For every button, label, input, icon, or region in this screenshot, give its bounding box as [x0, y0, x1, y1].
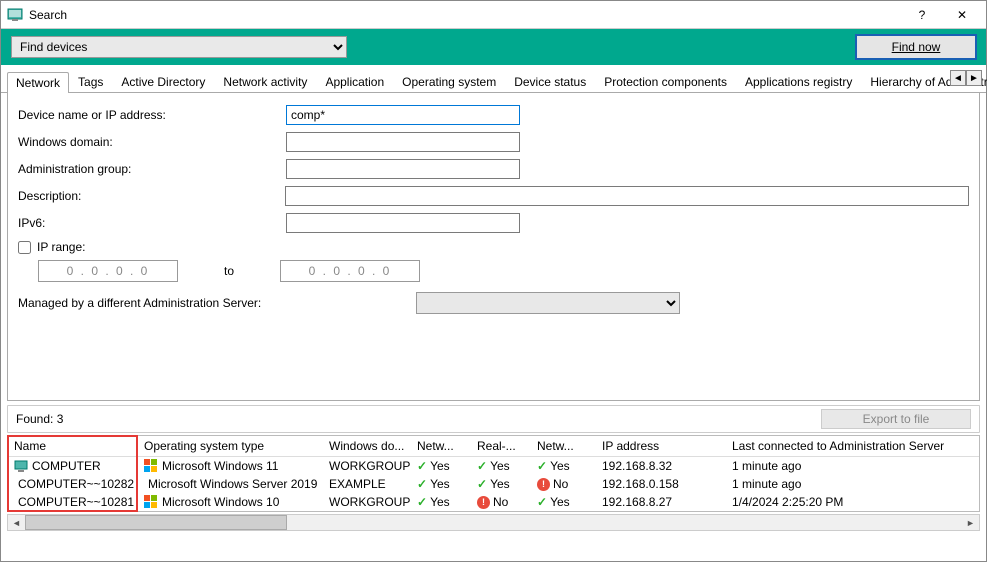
window-title: Search: [29, 8, 67, 22]
table-row[interactable]: COMPUTER~~10282: [8, 475, 138, 493]
cell-netw2: ✓Yes: [531, 457, 596, 475]
col-name[interactable]: Name: [8, 436, 138, 457]
tab-active-directory[interactable]: Active Directory: [112, 71, 214, 92]
found-count: Found: 3: [16, 412, 821, 426]
cell-net: ✓Yes: [411, 457, 471, 475]
check-icon: ✓: [477, 477, 487, 491]
tab-tags[interactable]: Tags: [69, 71, 112, 92]
check-icon: ✓: [477, 459, 487, 473]
toolbar: Find devices Find now: [1, 29, 986, 65]
alert-icon: !: [537, 478, 550, 491]
col-os[interactable]: Operating system type: [138, 436, 323, 457]
horizontal-scrollbar[interactable]: ◄ ►: [7, 514, 980, 531]
tab-device-status[interactable]: Device status: [505, 71, 595, 92]
device-icon: [14, 459, 28, 473]
check-icon: ✓: [537, 495, 547, 509]
windows-domain-input[interactable]: [286, 132, 520, 152]
cell-ip: 192.168.8.27: [596, 493, 726, 511]
cell-domain: WORKGROUP: [323, 493, 411, 511]
managed-by-label: Managed by a different Administration Se…: [18, 296, 416, 310]
tab-application[interactable]: Application: [316, 71, 393, 92]
admin-group-input[interactable]: [286, 159, 520, 179]
ip-to-label: to: [224, 264, 234, 278]
alert-icon: !: [477, 496, 490, 509]
app-icon: [7, 7, 23, 23]
export-to-file-button[interactable]: Export to file: [821, 409, 971, 429]
ip-range-label: IP range:: [37, 240, 85, 254]
tab-network[interactable]: Network: [7, 72, 69, 93]
ip-from-input[interactable]: 0 . 0 . 0 . 0: [38, 260, 178, 282]
scroll-track[interactable]: [25, 515, 962, 530]
windows-icon: [144, 459, 158, 473]
cell-domain: EXAMPLE: [323, 475, 411, 493]
check-icon: ✓: [417, 477, 427, 491]
titlebar: Search ? ✕: [1, 1, 986, 29]
found-bar: Found: 3 Export to file: [7, 405, 980, 433]
results-grid: Name Operating system type Windows do...…: [7, 435, 980, 512]
cell-real: ✓Yes: [471, 475, 531, 493]
cell-os: Microsoft Windows 10: [138, 493, 323, 511]
ipv6-input[interactable]: [286, 213, 520, 233]
ip-to-input[interactable]: 0 . 0 . 0 . 0: [280, 260, 420, 282]
col-netw2[interactable]: Netw...: [531, 436, 596, 457]
col-ip[interactable]: IP address: [596, 436, 726, 457]
tab-applications-registry[interactable]: Applications registry: [736, 71, 861, 92]
check-icon: ✓: [417, 459, 427, 473]
col-netw[interactable]: Netw...: [411, 436, 471, 457]
tab-scroll-right[interactable]: ►: [966, 70, 982, 86]
tab-operating-system[interactable]: Operating system: [393, 71, 505, 92]
cell-netw2: ✓Yes: [531, 493, 596, 511]
ipv6-label: IPv6:: [18, 216, 286, 230]
scroll-right-button[interactable]: ►: [962, 515, 979, 530]
help-button[interactable]: ?: [902, 2, 942, 28]
check-icon: ✓: [417, 495, 427, 509]
cell-os: Microsoft Windows Server 2019: [138, 475, 323, 493]
tab-bar: Network Tags Active Directory Network ac…: [1, 65, 986, 93]
managed-by-select[interactable]: [416, 292, 680, 314]
table-row[interactable]: COMPUTER~~10281: [8, 493, 138, 511]
network-form: Device name or IP address: Windows domai…: [7, 93, 980, 401]
description-label: Description:: [18, 189, 285, 203]
table-row[interactable]: COMPUTER: [8, 457, 138, 475]
device-name-label: Device name or IP address:: [18, 108, 286, 122]
cell-net: ✓Yes: [411, 493, 471, 511]
admin-group-label: Administration group:: [18, 162, 286, 176]
close-button[interactable]: ✕: [942, 2, 982, 28]
cell-last: 1/4/2024 2:25:20 PM: [726, 493, 979, 511]
check-icon: ✓: [537, 459, 547, 473]
cell-net: ✓Yes: [411, 475, 471, 493]
tab-scroll-left[interactable]: ◄: [950, 70, 966, 86]
tab-network-activity[interactable]: Network activity: [214, 71, 316, 92]
cell-domain: WORKGROUP: [323, 457, 411, 475]
col-domain[interactable]: Windows do...: [323, 436, 411, 457]
tab-protection-components[interactable]: Protection components: [595, 71, 736, 92]
cell-real: !No: [471, 493, 531, 511]
device-name-input[interactable]: [286, 105, 520, 125]
description-input[interactable]: [285, 186, 969, 206]
cell-last: 1 minute ago: [726, 475, 979, 493]
col-last[interactable]: Last connected to Administration Server: [726, 436, 979, 457]
cell-ip: 192.168.0.158: [596, 475, 726, 493]
cell-real: ✓Yes: [471, 457, 531, 475]
cell-ip: 192.168.8.32: [596, 457, 726, 475]
scroll-thumb[interactable]: [25, 515, 287, 530]
scroll-left-button[interactable]: ◄: [8, 515, 25, 530]
windows-icon: [144, 495, 158, 509]
cell-netw2: !No: [531, 475, 596, 493]
cell-last: 1 minute ago: [726, 457, 979, 475]
ip-range-checkbox[interactable]: [18, 241, 31, 254]
cell-os: Microsoft Windows 11: [138, 457, 323, 475]
find-now-button[interactable]: Find now: [856, 35, 976, 59]
windows-domain-label: Windows domain:: [18, 135, 286, 149]
search-mode-select[interactable]: Find devices: [11, 36, 347, 58]
col-real[interactable]: Real-...: [471, 436, 531, 457]
